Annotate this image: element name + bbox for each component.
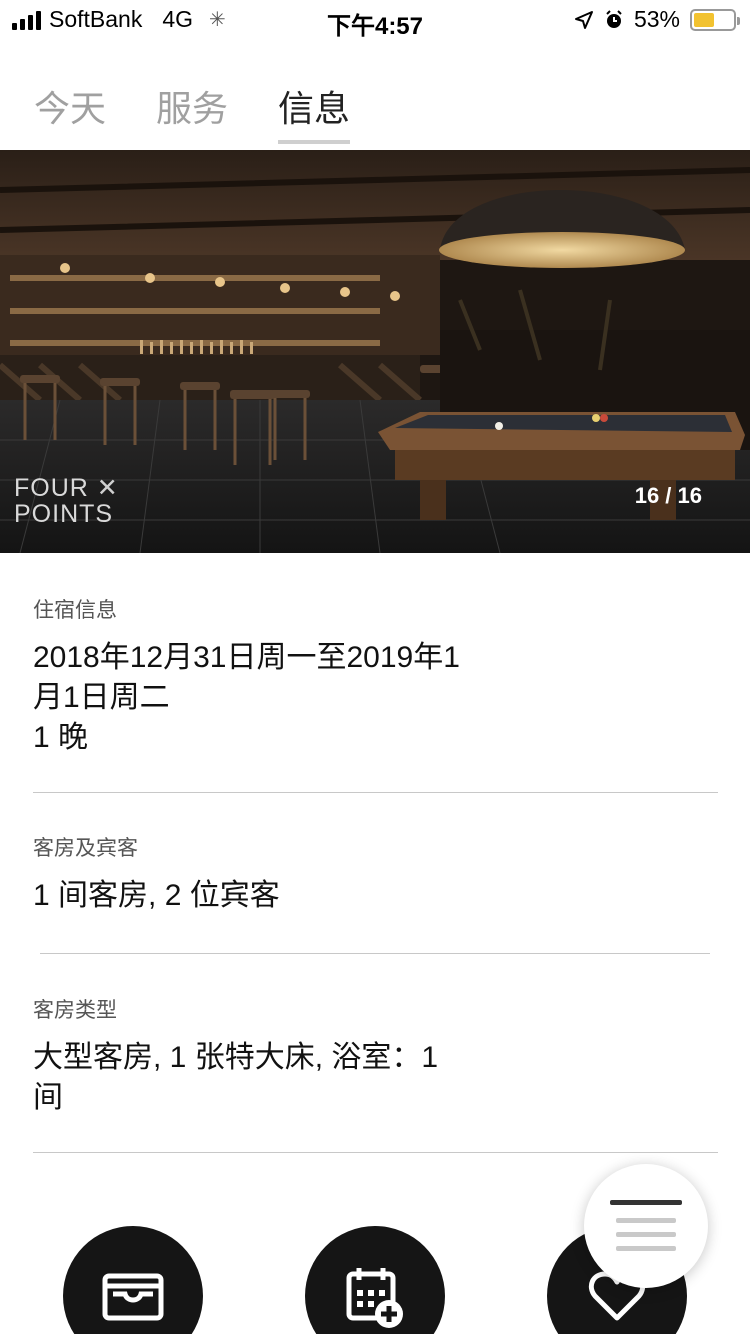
add-to-calendar-button[interactable] <box>305 1226 445 1334</box>
stay-nights: 1 晚 <box>33 721 89 754</box>
divider <box>33 1152 718 1153</box>
stay-dates-line2: 月1日周二 <box>33 681 170 714</box>
location-icon <box>574 10 593 29</box>
room-type-section: 客房类型 大型客房, 1 张特大床, 浴室：1 间 <box>33 994 718 1118</box>
status-bar: SoftBank 4G ✳ 下午4:57 53% <box>0 0 750 40</box>
divider <box>40 953 710 954</box>
calendar-add-icon <box>346 1268 403 1328</box>
room-type-label: 客房类型 <box>33 999 117 1022</box>
rooms-guests-section: 客房及宾客 1 间客房, 2 位宾客 <box>33 832 718 916</box>
photo-counter: 16 / 16 <box>634 483 702 508</box>
room-type-line1: 大型客房, 1 张特大床, 浴室：1 <box>33 1041 439 1074</box>
wallet-button[interactable] <box>63 1226 203 1334</box>
rooms-guests-value: 1 间客房, 2 位宾客 <box>33 879 280 912</box>
stay-info-section: 住宿信息 2018年12月31日周一至2019年1 月1日周二 1 晚 <box>33 594 718 758</box>
tab-info[interactable]: 信息 <box>278 80 351 144</box>
status-bar-right: 53% <box>574 6 740 33</box>
tab-today[interactable]: 今天 <box>34 80 106 142</box>
stay-dates: 2018年12月31日周一至2019年1 月1日周二 1 晚 <box>33 638 718 758</box>
four-points-logo: FOUR ✕ POINTS <box>14 474 119 528</box>
battery-level <box>694 12 715 27</box>
rooms-guests-label: 客房及宾客 <box>33 837 138 860</box>
stay-dates-line1: 2018年12月31日周一至2019年1 <box>33 641 460 674</box>
battery-icon <box>690 8 740 31</box>
hotel-photo-carousel[interactable]: FOUR ✕ POINTS 16 / 16 <box>0 150 750 553</box>
menu-button[interactable] <box>584 1164 708 1288</box>
room-type-line2: 间 <box>33 1081 63 1114</box>
tab-bar: 今天 服务 信息 <box>34 80 351 144</box>
divider <box>33 792 718 793</box>
alarm-icon <box>606 9 622 28</box>
tab-services[interactable]: 服务 <box>156 80 228 142</box>
room-type-value: 大型客房, 1 张特大床, 浴室：1 间 <box>33 1038 718 1118</box>
battery-percent: 53% <box>633 6 680 32</box>
wallet-icon <box>102 1273 164 1321</box>
stay-info-label: 住宿信息 <box>33 599 117 622</box>
